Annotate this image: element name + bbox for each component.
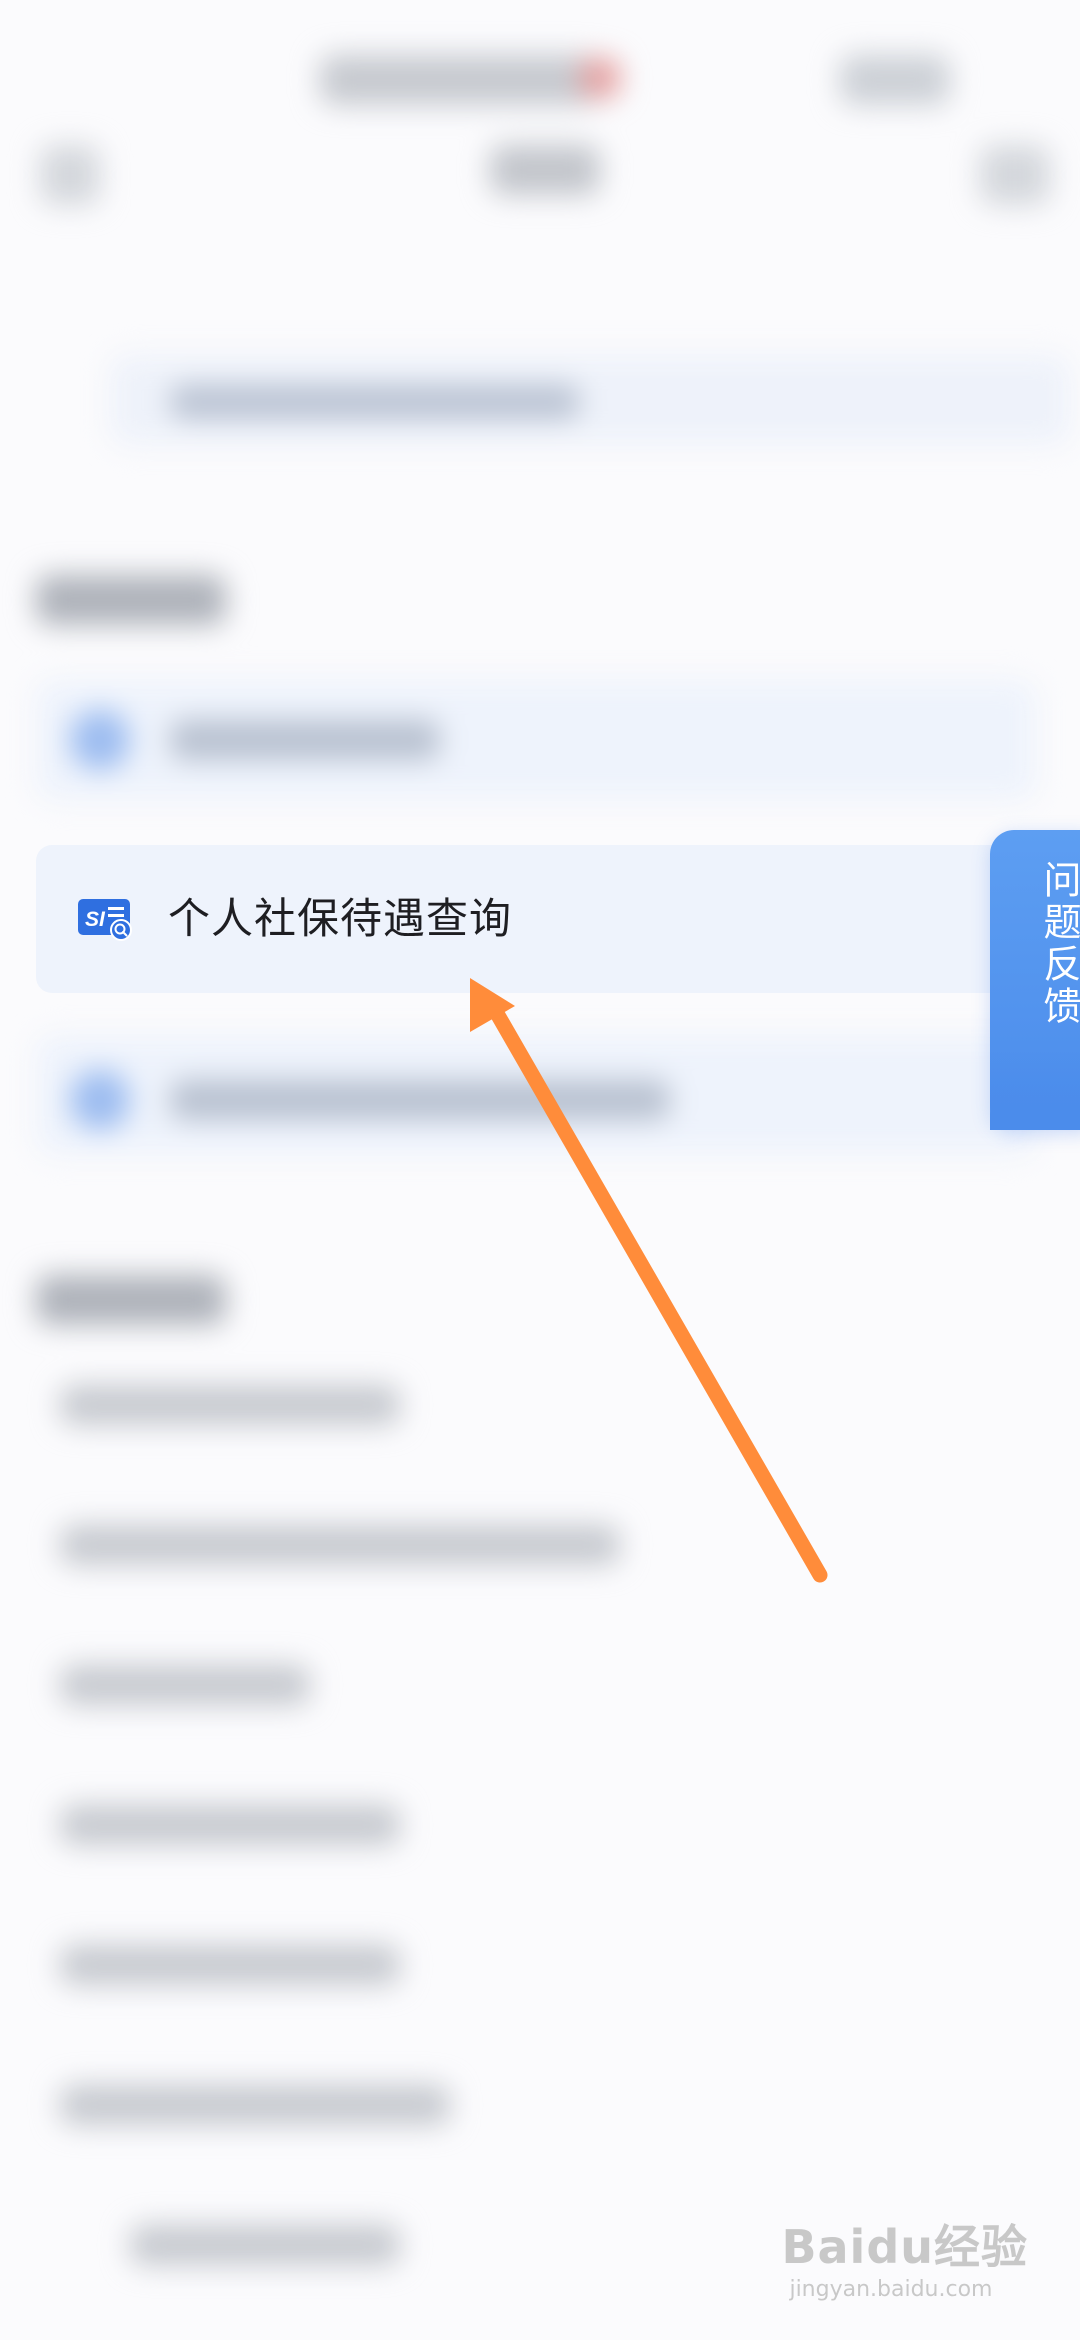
- baidu-watermark: Baidu经验 jingyan.baidu.com: [781, 2211, 1028, 2302]
- social-security-search-icon: SI: [78, 897, 134, 941]
- feedback-label: 问题反馈: [1037, 860, 1080, 1028]
- annotation-arrow: [470, 978, 828, 1583]
- item-label: 个人社保待遇查询: [168, 894, 513, 943]
- icon-text: SI: [85, 908, 106, 931]
- watermark-url: jingyan.baidu.com: [789, 2277, 993, 2302]
- feedback-fade: [990, 1050, 1080, 1130]
- blurred-header: [0, 0, 1080, 240]
- watermark-brand: Baidu经验: [781, 2220, 1028, 2274]
- feedback-tab[interactable]: 问题反馈: [990, 830, 1080, 1130]
- personal-social-security-benefits-query-item[interactable]: SI 个人社保待遇查询: [36, 845, 1036, 993]
